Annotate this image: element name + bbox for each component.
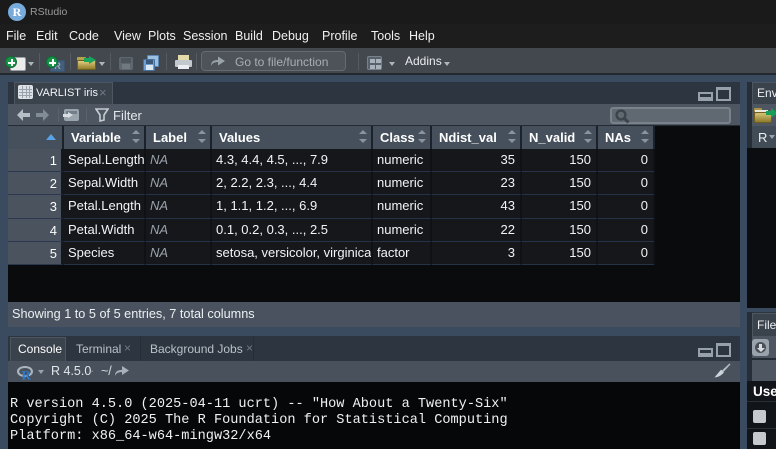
svg-text:R: R bbox=[22, 368, 32, 381]
